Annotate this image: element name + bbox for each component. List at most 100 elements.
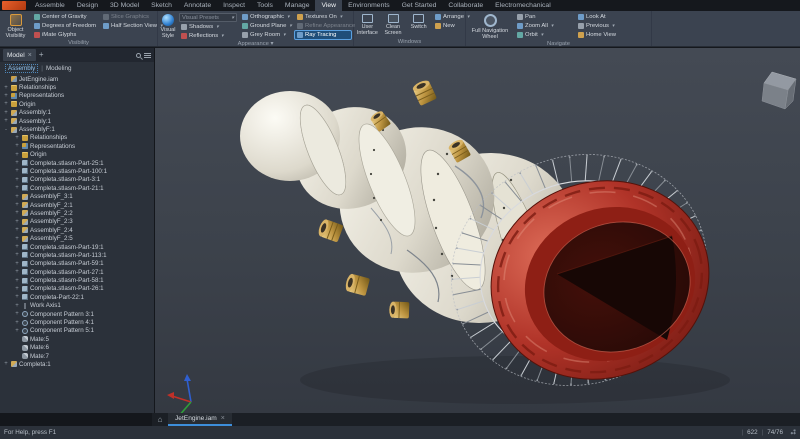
- zoom-all-button[interactable]: Zoom All: [515, 22, 573, 30]
- tree-expander[interactable]: +: [14, 320, 20, 326]
- panel-menu-icon[interactable]: [144, 52, 151, 54]
- tree-item[interactable]: + Completa.stlasm-Part-27:1: [14, 268, 154, 276]
- center-of-gravity-button[interactable]: Center of Gravity: [32, 13, 98, 21]
- ground-plane-button[interactable]: Ground Plane: [240, 22, 292, 30]
- tree-item[interactable]: + Work Axis1: [14, 302, 154, 310]
- tree-expander[interactable]: +: [14, 269, 20, 275]
- ribbon-tab[interactable]: Inspect: [217, 0, 251, 11]
- clean-screen-button[interactable]: Clean Screen: [382, 13, 405, 36]
- tree-item[interactable]: JetEngine.iam: [3, 75, 154, 83]
- textures-on-button[interactable]: Textures On: [295, 13, 351, 21]
- imate-glyphs-button[interactable]: iMate Glyphs: [32, 31, 98, 39]
- arrange-button[interactable]: Arrange: [433, 13, 464, 21]
- tree-expander[interactable]: +: [14, 202, 20, 208]
- home-view-button[interactable]: Home View: [576, 31, 640, 39]
- tree-expander[interactable]: +: [3, 85, 9, 91]
- tree-expander[interactable]: +: [14, 244, 20, 250]
- grey-room-button[interactable]: Grey Room: [240, 31, 292, 39]
- tree-item[interactable]: + Relationships: [14, 134, 154, 142]
- tree-item[interactable]: + Completa.stlasm-Part-58:1: [14, 276, 154, 284]
- tree-expander[interactable]: +: [14, 294, 20, 300]
- tree-item[interactable]: + Representations: [3, 92, 154, 100]
- close-document-icon[interactable]: ×: [221, 415, 225, 422]
- ribbon-tab[interactable]: Assemble: [29, 0, 71, 11]
- tree-expander[interactable]: +: [14, 185, 20, 191]
- tree-expander[interactable]: +: [14, 236, 20, 242]
- tree-item[interactable]: + AssemblyF_2:4: [14, 226, 154, 234]
- tree-item[interactable]: Mate:5: [14, 335, 154, 343]
- switch-button[interactable]: Switch: [407, 13, 430, 30]
- user-interface-button[interactable]: User Interface: [356, 13, 379, 36]
- tree-item[interactable]: + Completa.stlasm-Part-19:1: [14, 243, 154, 251]
- jet-engine-model[interactable]: [240, 78, 737, 413]
- resize-grip[interactable]: [789, 429, 796, 436]
- ribbon-tab[interactable]: Get Started: [396, 0, 443, 11]
- tree-item[interactable]: + Completa.stlasm-Part-113:1: [14, 251, 154, 259]
- tree-expander[interactable]: +: [14, 227, 20, 233]
- tree-item[interactable]: + Component Pattern 4:1: [14, 318, 154, 326]
- tree-item[interactable]: Mate:6: [14, 344, 154, 352]
- tree-item[interactable]: - AssemblyF:1: [3, 125, 154, 133]
- tree-item[interactable]: + Completa.stlasm-Part-26:1: [14, 285, 154, 293]
- tree-expander[interactable]: +: [14, 278, 20, 284]
- full-navigation-wheel-button[interactable]: Full Navigation Wheel: [468, 13, 512, 40]
- tree-item[interactable]: + Origin: [14, 151, 154, 159]
- orthographic-button[interactable]: Orthographic: [240, 13, 292, 21]
- ribbon-tab[interactable]: Electromechanical: [489, 0, 557, 11]
- tree-item[interactable]: + Completa:1: [3, 360, 154, 368]
- tree-expander[interactable]: +: [14, 286, 20, 292]
- search-icon[interactable]: [136, 52, 141, 58]
- look-at-button[interactable]: Look At: [576, 13, 640, 21]
- tree-expander[interactable]: +: [14, 210, 20, 216]
- tree-expander[interactable]: +: [14, 328, 20, 334]
- tree-expander[interactable]: +: [14, 160, 20, 166]
- viewport-3d[interactable]: [155, 48, 800, 413]
- ribbon-tab[interactable]: Collaborate: [442, 0, 489, 11]
- ribbon-tab[interactable]: View: [315, 0, 343, 11]
- pan-button[interactable]: Pan: [515, 13, 573, 21]
- tree-item[interactable]: + AssemblyF_2:3: [14, 218, 154, 226]
- tree-expander[interactable]: +: [3, 93, 9, 99]
- add-panel-icon[interactable]: +: [39, 50, 44, 60]
- ribbon-tab[interactable]: Design: [71, 0, 104, 11]
- ribbon-tab[interactable]: Tools: [251, 0, 279, 11]
- tree-item[interactable]: + Assembly:1: [3, 117, 154, 125]
- tree-item[interactable]: + AssemblyF_2:1: [14, 201, 154, 209]
- ribbon-tab[interactable]: Environments: [342, 0, 396, 11]
- tree-item[interactable]: Mate:7: [14, 352, 154, 360]
- tab-assembly[interactable]: Assembly: [5, 63, 39, 73]
- ribbon-tab[interactable]: Annotate: [178, 0, 217, 11]
- document-tab-active[interactable]: JetEngine.iam ×: [168, 413, 232, 426]
- tree-item[interactable]: + Component Pattern 5:1: [14, 327, 154, 335]
- tab-modeling[interactable]: Modeling: [46, 65, 72, 72]
- tree-expander[interactable]: +: [14, 252, 20, 258]
- tree-expander[interactable]: +: [14, 194, 20, 200]
- tree-expander[interactable]: +: [14, 135, 20, 141]
- tree-expander[interactable]: +: [14, 177, 20, 183]
- ray-tracing-button[interactable]: Ray Tracing: [294, 30, 352, 40]
- tree-item[interactable]: + Relationships: [3, 83, 154, 91]
- tree-expander[interactable]: +: [14, 143, 20, 149]
- tree-item[interactable]: + Representations: [14, 142, 154, 150]
- ribbon-tab[interactable]: 3D Model: [104, 0, 145, 11]
- home-tab-icon[interactable]: ⌂: [152, 413, 168, 426]
- tree-expander[interactable]: +: [14, 168, 20, 174]
- object-visibility-button[interactable]: Object Visibility: [2, 13, 29, 39]
- tree-item[interactable]: + Completa.stlasm-Part-25:1: [14, 159, 154, 167]
- tree-expander[interactable]: +: [3, 101, 9, 107]
- visual-style-button[interactable]: Visual Style: [160, 13, 176, 39]
- section-label-appearance[interactable]: Appearance ▾: [158, 40, 353, 48]
- tree-item[interactable]: + Completa.stlasm-Part-100:1: [14, 167, 154, 175]
- tree-item[interactable]: + Completa.stlasm-Part-21:1: [14, 184, 154, 192]
- model-panel-tab[interactable]: Model ×: [3, 49, 36, 61]
- tree-item[interactable]: + Origin: [3, 100, 154, 108]
- file-menu-logo-icon[interactable]: [2, 1, 26, 10]
- tree-item[interactable]: + AssemblyF_3:1: [14, 192, 154, 200]
- tree-item[interactable]: + Component Pattern 3:1: [14, 310, 154, 318]
- ribbon-tab[interactable]: Manage: [279, 0, 316, 11]
- tree-expander[interactable]: +: [14, 311, 20, 317]
- degrees-of-freedom-button[interactable]: Degrees of Freedom: [32, 22, 98, 30]
- tree-expander[interactable]: +: [14, 303, 20, 309]
- half-section-view-button[interactable]: Half Section View: [101, 22, 157, 30]
- tree-item[interactable]: + AssemblyF_2:2: [14, 209, 154, 217]
